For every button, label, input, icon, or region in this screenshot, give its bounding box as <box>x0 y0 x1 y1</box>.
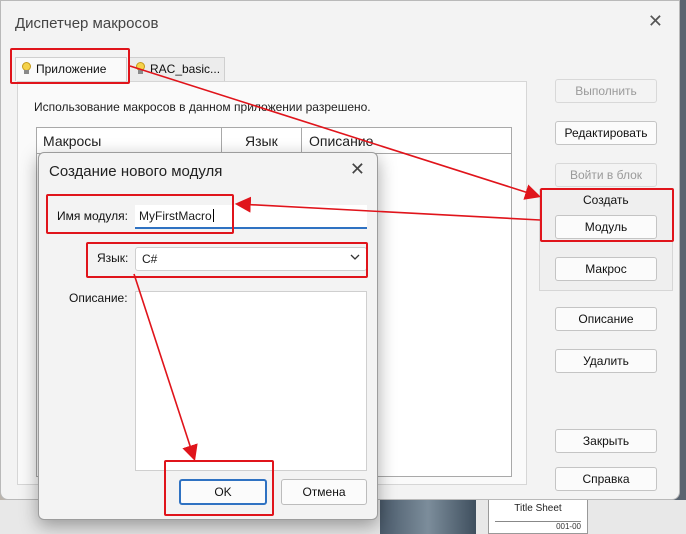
step-into-button[interactable]: Войти в блок <box>555 163 657 187</box>
tab-application[interactable]: Приложение <box>15 57 127 81</box>
language-select[interactable]: C# <box>135 247 367 271</box>
chevron-down-icon <box>350 254 360 260</box>
module-name-label: Имя модуля: <box>57 209 128 223</box>
description-label: Описание: <box>69 291 128 305</box>
description-textarea[interactable] <box>135 291 367 471</box>
background-render-thumbnail <box>380 500 476 534</box>
delete-button[interactable]: Удалить <box>555 349 657 373</box>
text-caret <box>212 209 214 222</box>
run-button[interactable]: Выполнить <box>555 79 657 103</box>
lightbulb-icon <box>22 62 31 74</box>
module-name-field[interactable]: MyFirstMacro <box>135 205 367 229</box>
tab-application-label: Приложение <box>36 62 107 76</box>
title-sheet-label: Title Sheet <box>514 503 562 514</box>
edit-button[interactable]: Редактировать <box>555 121 657 145</box>
cancel-button[interactable]: Отмена <box>281 479 367 505</box>
window-title: Диспетчер макросов <box>15 15 159 32</box>
description-button[interactable]: Описание <box>555 307 657 331</box>
create-group-label: Создать <box>583 193 629 207</box>
column-macros[interactable]: Макросы <box>43 133 101 149</box>
column-divider <box>221 128 222 154</box>
column-divider <box>301 128 302 154</box>
language-value: C# <box>142 252 158 266</box>
help-button[interactable]: Справка <box>555 467 657 491</box>
close-icon[interactable]: ✕ <box>350 159 365 180</box>
module-button[interactable]: Модуль <box>555 215 657 239</box>
module-name-value: MyFirstMacro <box>139 209 212 223</box>
column-description[interactable]: Описание <box>309 133 373 149</box>
macro-button[interactable]: Макрос <box>555 257 657 281</box>
dialog-title: Создание нового модуля <box>49 163 223 180</box>
macro-list-header: Макросы Язык Описание <box>37 128 511 154</box>
lightbulb-icon <box>136 62 145 74</box>
column-language[interactable]: Язык <box>245 133 278 149</box>
background-title-sheet: Title Sheet 001-00 <box>488 498 588 534</box>
tab-rac-basic[interactable]: RAC_basic... <box>129 57 225 81</box>
close-button[interactable]: Закрыть <box>555 429 657 453</box>
create-module-dialog: Создание нового модуля ✕ Имя модуля: MyF… <box>38 152 378 520</box>
tab-rac-basic-label: RAC_basic... <box>150 62 221 76</box>
macro-permission-message: Использование макросов в данном приложен… <box>34 100 371 114</box>
language-label: Язык: <box>97 251 129 265</box>
ok-button[interactable]: OK <box>179 479 267 505</box>
title-sheet-number: 001-00 <box>556 522 581 531</box>
close-icon[interactable]: ✕ <box>648 11 663 32</box>
